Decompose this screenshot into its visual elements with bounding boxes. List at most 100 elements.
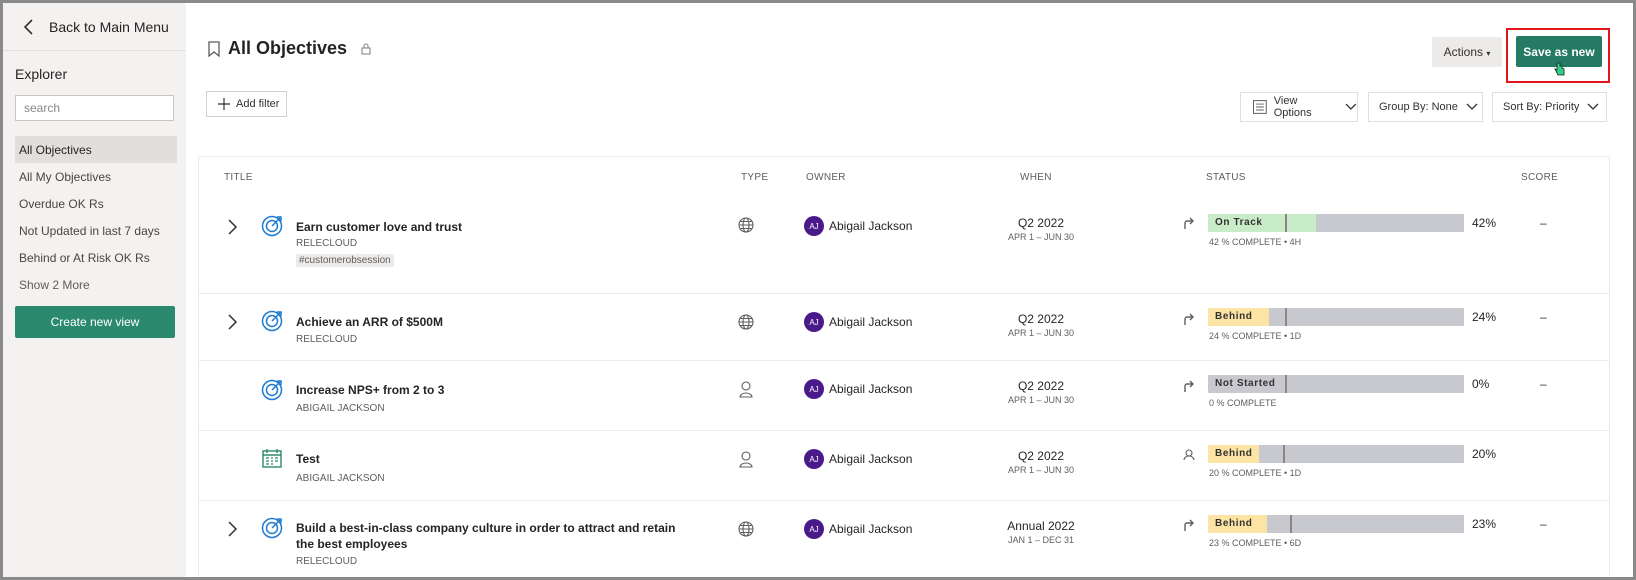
- table-row[interactable]: Earn customer love and trust RELECLOUD #…: [199, 192, 1609, 294]
- back-label: Back to Main Menu: [49, 18, 169, 35]
- trend-arrow-icon[interactable]: [1183, 518, 1195, 532]
- progress-bar[interactable]: Behind: [1208, 515, 1464, 533]
- score: –: [1540, 377, 1547, 391]
- group-by-label: Group By: None: [1379, 101, 1458, 113]
- column-header-owner[interactable]: OWNER: [806, 172, 846, 183]
- caret-down-icon: ▾: [1486, 49, 1491, 58]
- lock-icon: [361, 42, 371, 55]
- bookmark-icon[interactable]: [208, 40, 220, 57]
- complete-text: 24 % COMPLETE • 1D: [1209, 331, 1302, 341]
- table-row[interactable]: Achieve an ARR of $500M RELECLOUD AJ Abi…: [199, 294, 1609, 361]
- chevron-down-icon: [1466, 103, 1478, 110]
- expected-progress-marker: [1290, 515, 1292, 533]
- column-header-score[interactable]: SCORE: [1521, 172, 1558, 183]
- globe-icon: [738, 314, 754, 330]
- owner[interactable]: AJ Abigail Jackson: [804, 312, 912, 332]
- objective-title[interactable]: Test: [296, 451, 320, 467]
- chevron-left-icon: [23, 18, 33, 35]
- objective-title[interactable]: Build a best-in-class company culture in…: [296, 520, 676, 552]
- progress-bar[interactable]: Behind: [1208, 308, 1464, 326]
- progress-percent: 42%: [1472, 216, 1497, 230]
- chevron-right-icon[interactable]: [226, 314, 238, 330]
- expected-progress-marker: [1285, 375, 1287, 393]
- explorer-title: Explorer: [15, 66, 68, 82]
- objective-subtitle: ABIGAIL JACKSON: [296, 473, 385, 484]
- table-row[interactable]: Increase NPS+ from 2 to 3 ABIGAIL JACKSO…: [199, 361, 1609, 431]
- owner[interactable]: AJ Abigail Jackson: [804, 519, 912, 539]
- owner[interactable]: AJ Abigail Jackson: [804, 216, 912, 236]
- sidebar-item-overdue-okrs[interactable]: Overdue OK Rs: [15, 190, 177, 217]
- objective-title[interactable]: Increase NPS+ from 2 to 3: [296, 382, 444, 398]
- table-row[interactable]: Test ABIGAIL JACKSON AJ Abigail Jackson …: [199, 431, 1609, 501]
- back-to-main-menu-button[interactable]: Back to Main Menu: [3, 3, 186, 51]
- add-filter-label: Add filter: [236, 98, 280, 110]
- status-label: Behind: [1215, 448, 1253, 459]
- expected-progress-marker: [1285, 308, 1287, 326]
- progress-bar[interactable]: Behind: [1208, 445, 1464, 463]
- avatar: AJ: [804, 216, 824, 236]
- period: Annual 2022: [1007, 519, 1075, 533]
- hashtag-badge[interactable]: #customerobsession: [296, 254, 394, 267]
- column-header-status[interactable]: STATUS: [1206, 172, 1246, 183]
- owner-name: Abigail Jackson: [829, 452, 913, 466]
- add-filter-button[interactable]: Add filter: [206, 91, 287, 117]
- expected-progress-marker: [1283, 445, 1285, 463]
- sort-by-dropdown[interactable]: Sort By: Priority: [1492, 92, 1607, 122]
- avatar: AJ: [804, 519, 824, 539]
- objective-target-icon: [261, 310, 283, 332]
- trend-arrow-icon[interactable]: [1183, 379, 1195, 393]
- date-range: JAN 1 – DEC 31: [1007, 535, 1075, 545]
- sidebar-item-behind-or-at-risk[interactable]: Behind or At Risk OK Rs: [15, 244, 177, 271]
- owner-name: Abigail Jackson: [829, 522, 913, 536]
- column-header-title[interactable]: TITLE: [224, 172, 253, 183]
- table-row[interactable]: Build a best-in-class company culture in…: [199, 501, 1609, 580]
- sidebar-item-all-objectives[interactable]: All Objectives: [15, 136, 177, 163]
- progress-percent: 23%: [1472, 517, 1497, 531]
- column-header-when[interactable]: WHEN: [1020, 172, 1052, 183]
- progress-percent: 0%: [1472, 377, 1490, 391]
- complete-text: 0 % COMPLETE: [1209, 398, 1277, 408]
- objective-subtitle: ABIGAIL JACKSON: [296, 403, 385, 414]
- view-options-dropdown[interactable]: View Options: [1240, 92, 1358, 122]
- page-header: All Objectives: [208, 38, 371, 59]
- actions-dropdown-button[interactable]: Actions ▾: [1432, 37, 1502, 67]
- chevron-right-icon[interactable]: [226, 521, 238, 537]
- avatar: AJ: [804, 449, 824, 469]
- chevron-right-icon[interactable]: [226, 219, 238, 235]
- objective-subtitle: RELECLOUD: [296, 556, 358, 567]
- column-header-type[interactable]: TYPE: [741, 172, 768, 183]
- date-range: APR 1 – JUN 30: [1007, 395, 1075, 405]
- when: Q2 2022 APR 1 – JUN 30: [996, 312, 1086, 338]
- status-label: Behind: [1215, 518, 1253, 529]
- progress-bar[interactable]: On Track: [1208, 214, 1464, 232]
- owner-name: Abigail Jackson: [829, 315, 913, 329]
- objective-target-icon: [261, 517, 283, 539]
- objective-title[interactable]: Achieve an ARR of $500M: [296, 314, 443, 330]
- owner[interactable]: AJ Abigail Jackson: [804, 449, 912, 469]
- sidebar-item-all-my-objectives[interactable]: All My Objectives: [15, 163, 177, 190]
- list-view-icon: [1253, 100, 1267, 114]
- status-label: Behind: [1215, 311, 1253, 322]
- complete-text: 23 % COMPLETE • 6D: [1209, 538, 1302, 548]
- when: Q2 2022 APR 1 – JUN 30: [996, 216, 1086, 242]
- owner[interactable]: AJ Abigail Jackson: [804, 379, 912, 399]
- group-by-dropdown[interactable]: Group By: None: [1368, 92, 1483, 122]
- score: –: [1540, 310, 1547, 324]
- sidebar-item-not-updated[interactable]: Not Updated in last 7 days: [15, 217, 177, 244]
- show-more-link[interactable]: Show 2 More: [15, 271, 177, 298]
- progress-bar[interactable]: Not Started: [1208, 375, 1464, 393]
- when: Q2 2022 APR 1 – JUN 30: [996, 449, 1086, 475]
- create-new-view-button[interactable]: Create new view: [15, 306, 175, 338]
- objective-title[interactable]: Earn customer love and trust: [296, 219, 462, 235]
- key-result-calendar-icon: [262, 449, 282, 468]
- trend-arrow-icon[interactable]: [1183, 216, 1195, 230]
- trend-arrow-icon[interactable]: [1183, 312, 1195, 326]
- search-input[interactable]: [15, 95, 174, 121]
- plus-icon: [218, 98, 230, 110]
- objective-subtitle: RELECLOUD: [296, 334, 358, 345]
- period: Q2 2022: [1017, 449, 1065, 463]
- date-range: APR 1 – JUN 30: [1007, 328, 1075, 338]
- person-outline-icon[interactable]: [1183, 449, 1195, 461]
- date-range: APR 1 – JUN 30: [1007, 465, 1075, 475]
- globe-icon: [738, 217, 754, 233]
